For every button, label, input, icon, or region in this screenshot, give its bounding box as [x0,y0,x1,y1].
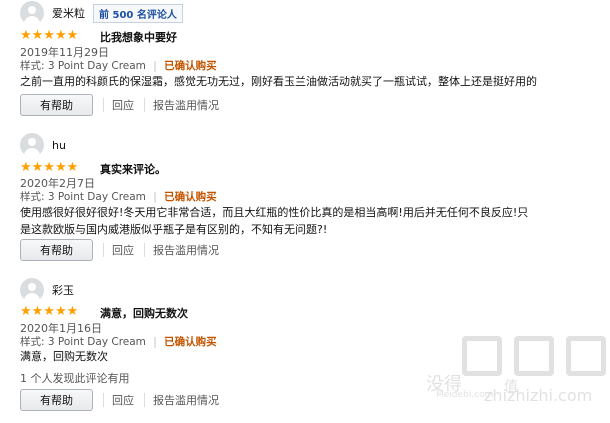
watermark-logo-icon [462,336,502,376]
star-rating-stars: ★★★★★ [20,304,79,319]
verified-purchase-badge: 已确认购买 [164,191,217,203]
avatar[interactable] [20,1,44,25]
meta-separator: | [153,191,157,203]
review-body: 之前一直用的科颜氏的保湿霜，感觉无功无过，刚好看玉兰油做活动就买了一瓶试试，整体… [20,75,537,88]
report-abuse-link[interactable]: 报告滥用情况 [153,242,219,258]
product-style[interactable]: 样式: 3 Point Day Cream [20,191,146,203]
helpful-button[interactable]: 有帮助 [20,389,93,411]
reviewer-name[interactable]: 爱米粒 [52,5,85,21]
watermark-logo-icon [514,336,554,376]
reviewer-name[interactable]: 彩玉 [52,282,74,298]
reviewer-profile[interactable]: 彩玉 [20,277,74,303]
reply-link[interactable]: 回应 [112,392,134,408]
divider [103,243,104,257]
product-style[interactable]: 样式: 3 Point Day Cream [20,60,146,72]
review-meta: 样式: 3 Point Day Cream | 已确认购买 [20,189,217,204]
watermark-logo-icon [566,336,606,376]
meta-separator: | [153,336,157,348]
star-rating[interactable]: ★★★★★ [20,304,79,319]
review-body: 使用感很好很好很好!冬天用它非常合适，而且大红瓶的性价比真的是相当高啊!用后并无… [20,206,529,236]
review-1: 爱米粒 前 500 名评论人 ★★★★★ 比我想象中要好 2019年11月29日… [0,0,610,125]
review-title[interactable]: 比我想象中要好 [100,29,177,45]
reply-link[interactable]: 回应 [112,242,134,258]
reviewer-name[interactable]: hu [52,139,66,152]
review-title[interactable]: 真实来评论。 [100,161,166,177]
meta-separator: | [153,60,157,72]
site-watermark: 没得 值 zhizhizhi.com Meidebi.com [426,336,610,416]
reviewer-rank-badge[interactable]: 前 500 名评论人 [93,3,183,23]
reviewer-profile[interactable]: hu [20,132,66,158]
review-actions: 有帮助 回应 报告滥用情况 [20,238,219,262]
star-rating-stars: ★★★★★ [20,28,79,43]
star-rating-stars: ★★★★★ [20,160,79,175]
review-meta: 样式: 3 Point Day Cream | 已确认购买 [20,334,217,349]
review-2: hu ★★★★★ 真实来评论。 2020年2月7日 样式: 3 Point Da… [0,132,610,267]
star-rating[interactable]: ★★★★★ [20,160,79,175]
watermark-site: Meidebi.com [436,390,494,400]
review-meta: 样式: 3 Point Day Cream | 已确认购买 [20,58,217,73]
review-actions: 有帮助 回应 报告滥用情况 [20,388,219,412]
divider [144,243,145,257]
report-abuse-link[interactable]: 报告滥用情况 [153,392,219,408]
product-style[interactable]: 样式: 3 Point Day Cream [20,336,146,348]
watermark-url: zhizhizhi.com [484,386,593,405]
divider [103,393,104,407]
verified-purchase-badge: 已确认购买 [164,60,217,72]
divider [144,98,145,112]
review-actions: 有帮助 回应 报告滥用情况 [20,93,219,117]
divider [144,393,145,407]
helpful-vote-count: 1 个人发现此评论有用 [20,372,130,385]
helpful-button[interactable]: 有帮助 [20,239,93,261]
review-title[interactable]: 满意，回购无数次 [100,305,188,321]
reviewer-profile[interactable]: 爱米粒 前 500 名评论人 [20,0,183,26]
avatar[interactable] [20,278,44,302]
verified-purchase-badge: 已确认购买 [164,336,217,348]
star-rating[interactable]: ★★★★★ [20,28,79,43]
avatar[interactable] [20,133,44,157]
report-abuse-link[interactable]: 报告滥用情况 [153,97,219,113]
reply-link[interactable]: 回应 [112,97,134,113]
helpful-button[interactable]: 有帮助 [20,94,93,116]
divider [103,98,104,112]
